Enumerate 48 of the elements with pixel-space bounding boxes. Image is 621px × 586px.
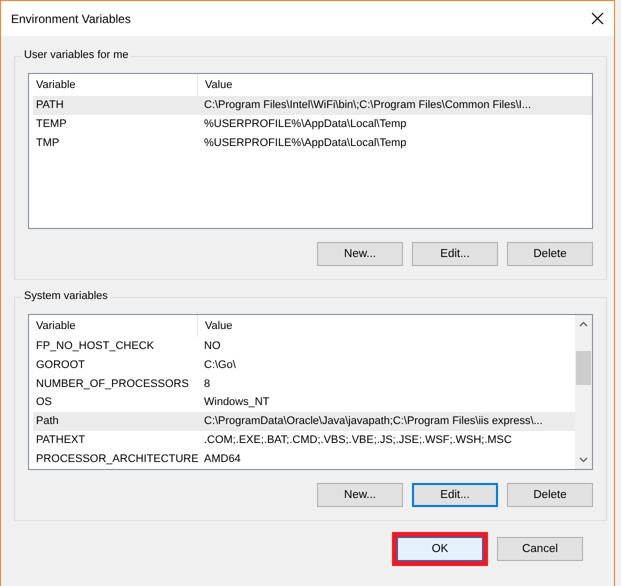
variable-value: %USERPROFILE%\AppData\Local\Temp bbox=[203, 116, 408, 132]
variable-row[interactable]: Path C:\ProgramData\Oracle\Java\javapath;C:\Program Files\iis express\... bbox=[33, 412, 575, 431]
dialog-button[interactable]: Edit... bbox=[412, 483, 498, 507]
variable-row[interactable]: FP_NO_HOST_CHECK NO bbox=[33, 337, 575, 356]
variable-value: NO bbox=[203, 339, 222, 354]
variable-name: Path bbox=[35, 414, 60, 430]
variable-name: PATH bbox=[35, 98, 65, 113]
variable-value: C:\Go\ bbox=[203, 358, 237, 373]
variable-name: PATHEXT bbox=[35, 432, 86, 448]
column-header[interactable]: Variable bbox=[29, 315, 197, 337]
variable-value: 8 bbox=[203, 376, 212, 392]
variable-name: GOROOT bbox=[35, 358, 86, 373]
dialog-button[interactable]: Edit... bbox=[412, 242, 498, 266]
variable-value: Windows_NT bbox=[203, 395, 270, 410]
scrollbar[interactable] bbox=[575, 315, 592, 469]
dialog-button[interactable]: Delete bbox=[507, 242, 593, 266]
variable-value: .COM;.EXE;.BAT;.CMD;.VBS;.VBE;.JS;.JSE;.WSF;.WSH;.MSC bbox=[203, 432, 513, 448]
variable-value: %USERPROFILE%\AppData\Local\Temp bbox=[203, 136, 408, 151]
variable-row[interactable]: TEMP %USERPROFILE%\AppData\Local\Temp bbox=[33, 114, 592, 134]
scroll-up-icon[interactable] bbox=[579, 321, 588, 327]
variable-name: TMP bbox=[35, 136, 60, 151]
variable-name: FP_NO_HOST_CHECK bbox=[35, 339, 155, 354]
scroll-down-icon[interactable] bbox=[579, 457, 588, 463]
dialog-button[interactable]: New... bbox=[317, 242, 403, 266]
scroll-thumb[interactable] bbox=[576, 351, 591, 385]
group-title: User variables for me bbox=[22, 49, 131, 61]
close-icon[interactable] bbox=[591, 12, 604, 25]
group-title: System variables bbox=[22, 290, 110, 302]
variable-name: TEMP bbox=[35, 116, 68, 132]
dialog-button[interactable]: Cancel bbox=[497, 537, 583, 561]
variable-value: C:\Program Files\Intel\WiFi\bin\;C:\Program Files\Common Files\I... bbox=[203, 98, 532, 113]
window-title: Environment Variables bbox=[11, 12, 131, 26]
variable-row[interactable]: PATHEXT .COM;.EXE;.BAT;.CMD;.VBS;.VBE;.JS;.JSE;.WSF;.WSH;.MSC bbox=[33, 430, 575, 450]
variable-name: OS bbox=[35, 395, 53, 410]
column-header[interactable]: Variable bbox=[29, 74, 197, 96]
variable-value: AMD64 bbox=[203, 452, 242, 467]
dialog-button[interactable]: Delete bbox=[507, 483, 593, 507]
variable-value: C:\ProgramData\Oracle\Java\javapath;C:\Program Files\iis express\... bbox=[203, 414, 544, 430]
variable-row[interactable]: NUMBER_OF_PROCESSORS 8 bbox=[33, 374, 575, 394]
dialog-button[interactable]: New... bbox=[317, 483, 403, 507]
variable-name: NUMBER_OF_PROCESSORS bbox=[35, 376, 190, 392]
variable-row[interactable]: PROCESSOR_ARCHITECTURE AMD64 bbox=[33, 450, 575, 469]
variable-row[interactable]: PATH C:\Program Files\Intel\WiFi\bin\;C:\Program Files\Common Files\I... bbox=[33, 96, 592, 115]
variable-row[interactable]: OS Windows_NT bbox=[33, 393, 575, 412]
variable-row[interactable]: GOROOT C:\Go\ bbox=[33, 356, 575, 375]
variable-row[interactable]: TMP %USERPROFILE%\AppData\Local\Temp bbox=[33, 134, 592, 152]
dialog-button[interactable]: OK bbox=[397, 537, 483, 561]
variable-name: PROCESSOR_ARCHITECTURE bbox=[35, 452, 200, 467]
